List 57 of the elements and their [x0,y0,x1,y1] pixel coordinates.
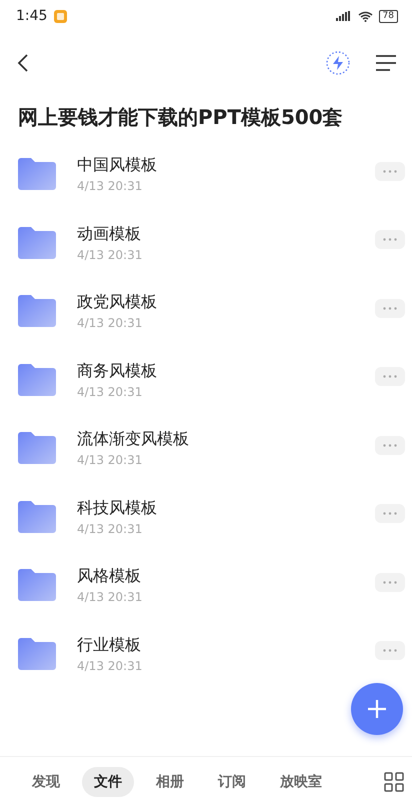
more-icon [383,649,397,652]
folder-name[interactable]: 中国风模板 [77,155,375,176]
more-icon [383,580,397,584]
folder-date: 4/13 20:31 [77,658,144,673]
folder-date: 4/13 20:31 [77,179,144,194]
nav-tab[interactable]: 文件 [82,766,134,796]
folder-name[interactable]: 政党风模板 [77,292,375,314]
folder-icon[interactable] [18,226,56,259]
more-button[interactable] [375,298,405,318]
grid-icon[interactable] [384,772,404,792]
more-button[interactable] [375,230,405,250]
more-button[interactable] [375,436,405,455]
wifi-icon [358,10,373,22]
folder-icon[interactable] [18,432,56,464]
lightning-icon[interactable] [326,51,350,75]
folder-date: 4/13 20:31 [77,522,144,536]
folder-title: 网上要钱才能下载的PPT模板500套 [17,104,344,130]
battery-level: 78 [378,10,398,22]
folder-name[interactable]: 动画模板 [77,224,375,245]
folder-name[interactable]: 科技风模板 [77,498,375,519]
menu-icon[interactable] [376,55,396,71]
folder-icon[interactable] [18,638,56,670]
signal-icon [336,11,352,21]
more-icon [383,444,397,447]
nav-tab[interactable]: 相册 [144,766,196,796]
folder-date: 4/13 20:31 [77,453,144,468]
folder-date: 4/13 20:31 [77,384,144,399]
more-button[interactable] [375,504,405,524]
nav-tab[interactable]: 发现 [20,766,72,796]
nav-tab[interactable]: 放映室 [268,766,334,796]
back-icon[interactable] [16,53,30,73]
more-icon [383,238,397,242]
notification-icon [54,10,68,22]
folder-icon[interactable] [18,364,56,396]
folder-icon[interactable] [18,500,56,533]
more-icon [383,512,397,516]
folder-name[interactable]: 流体渐变风模板 [77,429,375,450]
folder-name[interactable]: 风格模板 [77,566,375,588]
plus-icon [367,699,387,719]
folder-icon[interactable] [18,569,56,602]
more-icon [383,170,397,173]
more-button[interactable] [375,572,405,592]
status-time: 1:45 [16,8,48,24]
more-button[interactable] [375,162,405,181]
add-button[interactable] [351,683,403,735]
folder-date: 4/13 20:31 [77,590,144,604]
folder-icon[interactable] [18,158,56,190]
more-button[interactable] [375,367,405,386]
folder-name[interactable]: 行业模板 [77,634,375,656]
more-button[interactable] [375,641,405,660]
folder-date: 4/13 20:31 [77,316,144,330]
folder-icon[interactable] [18,295,56,328]
more-icon [383,375,397,378]
folder-name[interactable]: 商务风模板 [77,360,375,382]
more-icon [383,306,397,310]
nav-tab[interactable]: 订阅 [206,766,258,796]
folder-date: 4/13 20:31 [77,248,144,262]
